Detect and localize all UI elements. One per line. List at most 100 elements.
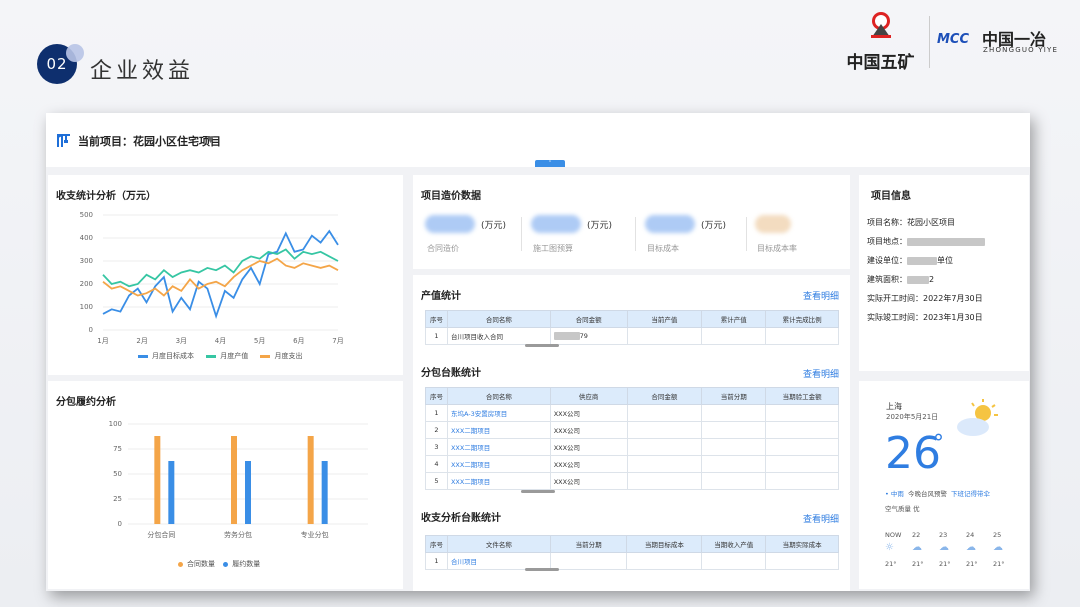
stat-unit: (万元) — [481, 221, 507, 231]
project-info-panel: 项目信息 项目名称：花园小区项目 项目地点： 建设单位： 单位 建筑面积： 2 实际… — [859, 175, 1029, 371]
table-cell — [765, 421, 839, 439]
x-tick-label: 4月 — [215, 337, 226, 345]
table-cell: 1 — [425, 327, 448, 345]
forecast-temp: 21° — [939, 560, 951, 568]
table-cell[interactable]: XXX二期项目 — [446, 438, 551, 456]
output-stats-detail-link[interactable]: 查看明细 — [803, 289, 839, 302]
table-cell[interactable]: 合川项目 — [446, 552, 551, 570]
weather-panel: 上海 2020年5月21日 26 ° • 中雨 今晚台风预警 下班记得带伞 空气… — [859, 381, 1029, 589]
table-cell — [626, 421, 703, 439]
table-cell: 1 — [425, 552, 448, 570]
table-cell: 3 — [425, 438, 448, 456]
table-cell[interactable]: 东坞A-3安置房项目 — [446, 404, 551, 422]
table-row[interactable]: 2 XXX二期项目 XXX公司 — [425, 421, 839, 439]
table-cell: 1 — [425, 404, 448, 422]
chevron-down-icon[interactable]: ▼ — [207, 135, 214, 145]
inout-ledger-detail-link[interactable]: 查看明细 — [803, 512, 839, 525]
table-scrollbar[interactable] — [525, 344, 559, 347]
column-header: 当前分期 — [549, 535, 628, 553]
stat-unit: (万元) — [701, 221, 727, 231]
legend-swatch — [138, 354, 148, 358]
air-quality: 空气质量 优 — [885, 505, 920, 513]
y-tick-label: 25 — [113, 495, 122, 503]
cost-data-title: 项目造价数据 — [421, 191, 481, 202]
divider — [746, 217, 747, 251]
weather-condition-text: 中雨 — [890, 490, 904, 498]
table-row[interactable]: 4 XXX二期项目 XXX公司 — [425, 455, 839, 473]
table-scrollbar[interactable] — [521, 490, 555, 493]
redacted-value — [755, 215, 791, 233]
table-cell[interactable]: XXX二期项目 — [446, 472, 551, 490]
column-header: 累计产值 — [701, 310, 767, 328]
income-chart-panel: 收支统计分析（万元） 0 100 200 300 400 500 1月 2月 3月 4月 5月 6月 7… — [48, 175, 403, 375]
forecast-temp: 21° — [885, 560, 897, 568]
redacted-value — [553, 332, 580, 340]
top-bar: 当前项目：花园小区住宅项目 ▼ ⌃ — [46, 113, 1030, 167]
y-tick-label: 500 — [80, 211, 93, 219]
project-area-suffix: 2 — [929, 275, 935, 284]
table-cell — [765, 327, 839, 345]
bar — [231, 436, 237, 524]
legend-label: 月度产值 — [220, 352, 249, 360]
redacted-value — [907, 256, 937, 265]
project-builder-label: 建设单位： — [867, 256, 907, 265]
mcc-logo-en: ZHONGGUO YIYE — [983, 46, 1059, 54]
section-title: 企业效益 — [90, 59, 195, 84]
bar — [245, 461, 251, 524]
ledger-panel: 产值统计 查看明细 序号 合同名称 合同金额 当前产值 累计产值 累计完成比例 1 台川项目收… — [413, 275, 850, 591]
income-chart-title: 收支统计分析（万元） — [56, 191, 156, 202]
contract-chart-legend: 合同数量 履约数量 — [168, 559, 260, 569]
project-location-label: 项目地点： — [867, 237, 907, 246]
table-cell: 79 — [549, 327, 628, 345]
cost-data-panel: 项目造价数据 (万元) 合同造价 (万元) 施工图预算 (万元) 目标成本 目标… — [413, 175, 850, 269]
table-row[interactable]: 5 XXX二期项目 XXX公司 — [425, 472, 839, 490]
weather-tip-link[interactable]: 下班记得带伞 — [951, 488, 990, 498]
x-tick-label: 2月 — [136, 337, 147, 345]
column-header: 当前分期 — [701, 387, 767, 405]
project-crane-icon — [56, 132, 72, 152]
forecast-day: 24 — [966, 531, 975, 539]
y-tick-label: 200 — [80, 280, 93, 288]
column-header: 当期目标成本 — [626, 535, 703, 553]
table-row[interactable]: 1 合川项目 — [425, 552, 839, 570]
weather-date: 2020年5月21日 — [886, 413, 939, 421]
legend-label: 月度目标成本 — [152, 352, 194, 360]
table-row[interactable]: 1 台川项目收入合同 79 — [425, 327, 839, 345]
table-row[interactable]: 3 XXX二期项目 XXX公司 — [425, 438, 839, 456]
forecast-temp: 21° — [993, 560, 1005, 568]
bar — [154, 436, 161, 524]
x-tick-label: 3月 — [176, 337, 187, 345]
contract-bar-chart: 0 25 50 75 100 分包合同 劳务分包 专业分包 — [109, 420, 368, 539]
divider — [635, 217, 636, 251]
table-cell — [765, 552, 839, 570]
table-cell: 2 — [425, 421, 448, 439]
stat-label: 合同造价 — [427, 244, 459, 253]
table-row[interactable]: 1 东坞A-3安置房项目 XXX公司 — [425, 404, 839, 422]
redacted-value — [645, 215, 695, 233]
legend-swatch — [206, 354, 217, 358]
table-cell — [765, 472, 839, 490]
project-end-date: 实际竣工时间：2023年1月30日 — [867, 313, 983, 322]
table-cell[interactable]: XXX二期项目 — [446, 421, 551, 439]
y-tick-label: 300 — [80, 257, 93, 265]
collapse-toggle-tab[interactable]: ⌃ — [535, 160, 565, 167]
sun-icon: ☼ — [885, 542, 894, 553]
column-header: 文件名称 — [446, 535, 551, 553]
output-stats-table: 序号 合同名称 合同金额 当前产值 累计产值 累计完成比例 1 台川项目收入合同 79 — [425, 310, 839, 345]
forecast-day: 23 — [939, 531, 948, 539]
forecast-day: 25 — [993, 531, 1002, 539]
legend-swatch — [223, 561, 229, 567]
bar — [168, 461, 175, 524]
table-cell — [701, 455, 767, 473]
cloud-icon: ☁ — [993, 542, 1003, 553]
table-cell — [626, 552, 703, 570]
current-project-selector[interactable]: 当前项目：花园小区住宅项目 — [78, 133, 221, 149]
table-scrollbar[interactable] — [525, 568, 559, 571]
table-cell[interactable]: XXX二期项目 — [446, 455, 551, 473]
divider — [521, 217, 522, 251]
sub-ledger-detail-link[interactable]: 查看明细 — [803, 367, 839, 380]
project-area: 建筑面积： 2 — [867, 274, 934, 285]
forecast-day: NOW — [885, 531, 902, 539]
project-info-title: 项目信息 — [871, 191, 911, 202]
column-header: 当期实际成本 — [765, 535, 839, 553]
